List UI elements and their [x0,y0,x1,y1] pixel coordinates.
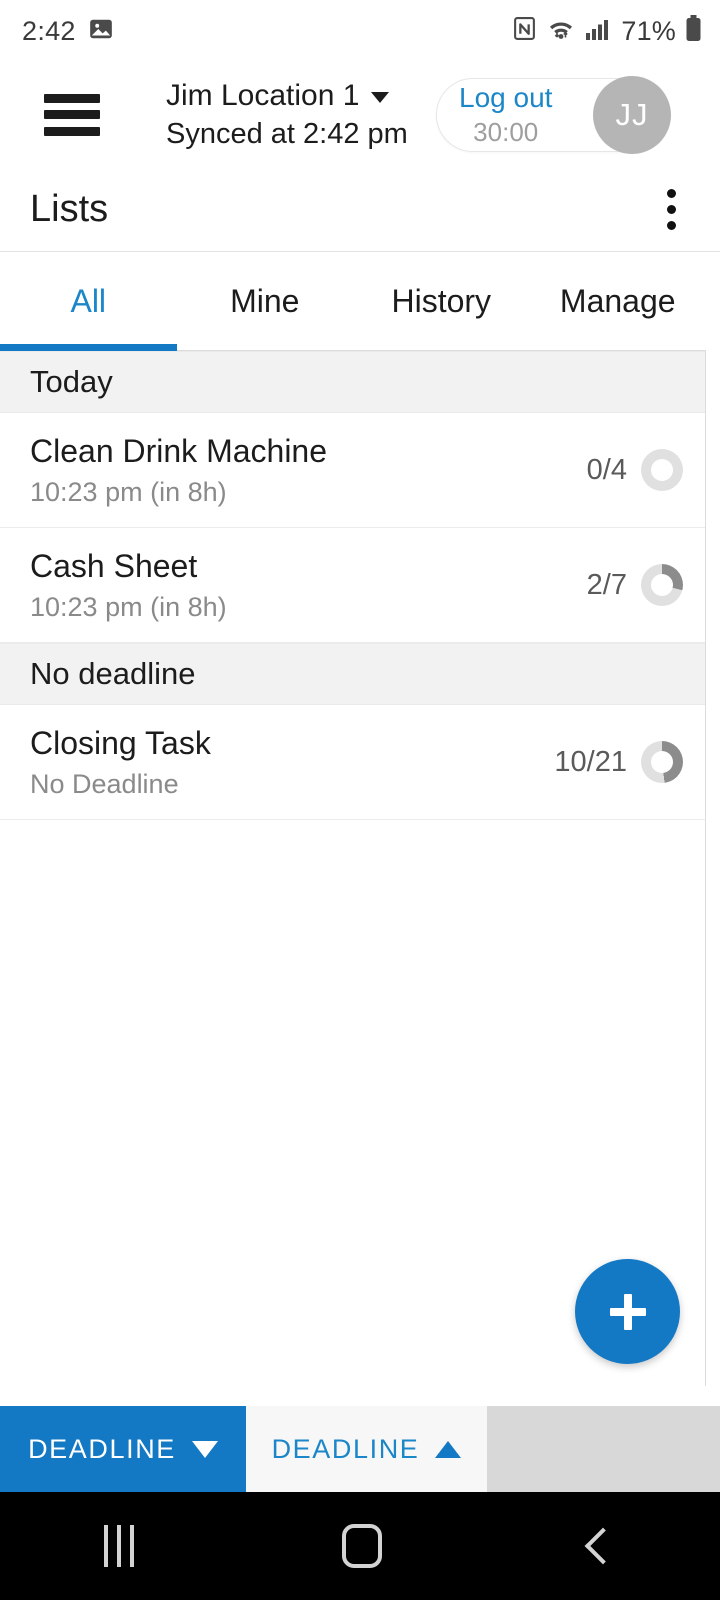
list-item[interactable]: Closing Task No Deadline 10/21 [0,705,705,820]
triangle-up-icon [435,1440,462,1458]
avatar[interactable]: JJ [593,75,671,154]
list-item-text: Clean Drink Machine 10:23 pm (in 8h) [30,432,327,508]
list-section-header: No deadline [0,643,705,705]
list-item-progress-group: 10/21 [554,741,683,783]
list-item[interactable]: Cash Sheet 10:23 pm (in 8h) 2/7 [0,528,705,643]
list-item-deadline: 10:23 pm (in 8h) [30,477,227,507]
triangle-down-icon [191,1440,218,1458]
list-item-title: Clean Drink Machine [30,433,328,469]
list-item-count: 0/4 [586,453,627,486]
logout-texts: Log out 30:00 [459,81,552,148]
app-screen: 2:42 71% Jim Location 1 Synced at 2:42 p… [0,0,720,1600]
list-section-header: Today [0,351,705,413]
status-bar-left: 2:42 [22,16,114,47]
sort-button-label: DEADLINE [271,1433,420,1464]
android-nav-bar [0,1492,720,1600]
page-title: Lists [30,187,109,230]
sync-status-label: Synced at 2:42 pm [166,117,408,150]
recents-icon[interactable] [104,1525,134,1567]
sort-button-deadline-down[interactable]: DEADLINE [0,1406,246,1492]
list-item[interactable]: Clean Drink Machine 10:23 pm (in 8h) 0/4 [0,413,705,528]
tab-mine[interactable]: Mine [177,253,354,350]
list-item-text: Cash Sheet 10:23 pm (in 8h) [30,547,227,623]
status-bar: 2:42 71% [0,0,720,62]
progress-donut-icon [641,449,683,491]
battery-icon [685,15,702,47]
logout-label: Log out [459,82,553,113]
clock-label: 2:42 [22,15,76,46]
hamburger-menu-icon[interactable] [44,93,100,136]
list-item-text: Closing Task No Deadline [30,724,211,800]
list-item-deadline: No Deadline [30,769,179,799]
chevron-down-icon [371,92,390,103]
tab-label: All [70,283,107,319]
session-timer-label: 30:00 [473,117,539,147]
logout-button[interactable]: Log out 30:00 JJ [436,75,671,154]
sort-button-deadline-up[interactable]: DEADLINE [246,1406,487,1492]
sort-button-label: DEADLINE [28,1433,176,1464]
tab-label: Mine [230,283,300,319]
list-item-title: Cash Sheet [30,548,198,584]
list-item-deadline: 10:23 pm (in 8h) [30,592,227,622]
status-bar-right: 71% [512,15,702,47]
location-name-label: Jim Location 1 [166,78,360,112]
signal-bars-icon [585,17,612,46]
photo-icon [88,16,114,47]
wifi-icon [546,16,576,47]
battery-percent-label: 71% [621,15,676,46]
list-item-count: 10/21 [554,745,627,778]
location-selector[interactable]: Jim Location 1 [166,78,408,114]
title-bar: Lists [0,167,720,252]
tab-history[interactable]: History [353,253,530,350]
tab-manage[interactable]: Manage [530,253,707,350]
tab-label: History [391,283,492,319]
list-item-progress-group: 2/7 [587,564,683,606]
list-container: Today Clean Drink Machine 10:23 pm (in 8h)… [0,351,706,1386]
avatar-initials: JJ [615,96,649,132]
list-item-progress-group: 0/4 [587,449,683,491]
home-icon[interactable] [342,1524,382,1568]
sort-bar-filler [487,1406,720,1492]
kebab-menu-icon[interactable] [659,181,684,238]
tab-bar: All Mine History Manage [0,253,706,351]
app-bar: Jim Location 1 Synced at 2:42 pm Log out… [0,62,720,167]
add-button[interactable] [575,1259,680,1364]
tab-label: Manage [559,283,676,319]
plus-icon [609,1293,646,1330]
tab-all[interactable]: All [0,253,177,351]
nfc-icon [512,16,537,46]
location-block[interactable]: Jim Location 1 Synced at 2:42 pm [166,78,408,152]
sort-bar: DEADLINE DEADLINE [0,1406,720,1492]
list-item-count: 2/7 [586,568,627,601]
back-icon[interactable] [584,1527,622,1565]
progress-donut-icon [641,741,683,783]
list-item-title: Closing Task [30,725,211,761]
progress-donut-icon [641,564,683,606]
